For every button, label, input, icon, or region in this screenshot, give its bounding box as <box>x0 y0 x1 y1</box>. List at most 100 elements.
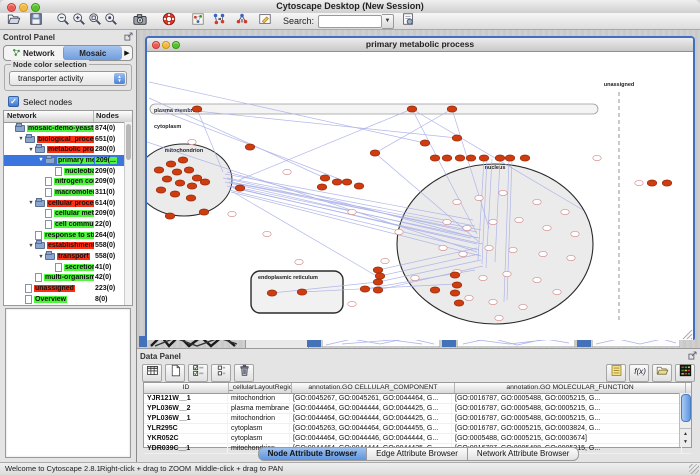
network-node-selected[interactable] <box>430 155 440 161</box>
tree-item-nucleobase-[interactable]: nucleobase-209(0) <box>4 166 132 177</box>
network-node-selected[interactable] <box>166 161 176 167</box>
search-dropdown-button[interactable]: ▼ <box>382 14 394 29</box>
select-nodes-checkbox[interactable]: ✓ <box>8 96 19 107</box>
network-node-selected[interactable] <box>235 185 245 191</box>
table-scrollbar-arrows[interactable]: ▲▼ <box>680 428 691 447</box>
network-node-selected[interactable] <box>373 287 383 293</box>
network-node[interactable] <box>515 217 523 222</box>
network-node-selected[interactable] <box>407 106 417 112</box>
layout-group-button[interactable] <box>234 14 250 29</box>
network-node-selected[interactable] <box>375 273 385 279</box>
tree-item-macromolecule[interactable]: macromolecule311(0) <box>4 187 132 198</box>
formula-builder-button[interactable]: f(x) <box>629 364 649 382</box>
zoom-in-button[interactable] <box>71 14 87 29</box>
tab-mosaic[interactable]: Mosaic <box>63 46 123 60</box>
tree-item-secretion[interactable]: secretion41(0) <box>4 262 132 273</box>
network-node[interactable] <box>567 255 575 260</box>
network-node[interactable] <box>489 299 497 304</box>
network-node-selected[interactable] <box>373 279 383 285</box>
tree-item-multi-organism-pro[interactable]: multi-organism pro42(0) <box>4 273 132 284</box>
network-node-selected[interactable] <box>192 175 202 181</box>
network-node-selected[interactable] <box>199 209 209 215</box>
tree-item-cellular-metabo[interactable]: cellular metabo209(0) <box>4 209 132 220</box>
tree-scrollbar[interactable] <box>124 122 132 305</box>
network-node[interactable] <box>348 301 356 306</box>
network-node[interactable] <box>411 275 419 280</box>
tree-item-cell-communicat[interactable]: cell communicat22(0) <box>4 219 132 230</box>
network-node-selected[interactable] <box>466 155 476 161</box>
network-node[interactable] <box>381 258 389 263</box>
tree-item-metabolic-process[interactable]: ▼metabolic process280(0) <box>4 144 132 155</box>
expand-triangle-icon[interactable]: ▼ <box>27 200 35 206</box>
tab-node-attribute-browser[interactable]: Node Attribute Browser <box>258 447 368 461</box>
table-row[interactable]: YPL036W__1mitochondrion[GO:0044464, GO:0… <box>144 414 691 424</box>
network-node[interactable] <box>439 245 447 250</box>
network-node-selected[interactable] <box>520 155 530 161</box>
table-row[interactable]: YKR052Ccytoplasm[GO:0044464, GO:0044446,… <box>144 434 691 444</box>
network-node-selected[interactable] <box>505 155 515 161</box>
network-node-selected[interactable] <box>450 272 460 278</box>
resize-grip[interactable] <box>683 330 692 339</box>
save-button[interactable] <box>28 14 44 29</box>
tab-network[interactable]: Network <box>4 46 63 60</box>
tab-edge-attribute-browser[interactable]: Edge Attribute Browser <box>367 447 468 461</box>
tree-item-establishment-of-lo[interactable]: ▼establishment of lo558(0) <box>4 241 132 252</box>
network-node-selected[interactable] <box>662 180 672 186</box>
network-node-selected[interactable] <box>442 155 452 161</box>
network-node-selected[interactable] <box>165 213 175 219</box>
network-node-selected[interactable] <box>192 106 202 112</box>
network-node-selected[interactable] <box>495 155 505 161</box>
select-attributes-button[interactable] <box>188 364 208 382</box>
network-node-selected[interactable] <box>175 180 185 186</box>
table-row[interactable]: YLR295Ccytoplasm[GO:0045263, GO:0044464,… <box>144 424 691 434</box>
network-node[interactable] <box>593 155 601 160</box>
network-node-selected[interactable] <box>452 135 462 141</box>
help-lifesaver-button[interactable] <box>161 14 177 29</box>
network-node-selected[interactable] <box>162 176 172 182</box>
network-node[interactable] <box>475 195 483 200</box>
network-node-selected[interactable] <box>479 155 489 161</box>
network-node[interactable] <box>443 219 451 224</box>
network-node-selected[interactable] <box>373 267 383 273</box>
table-row[interactable]: YJR121W__1mitochondrion[GO:0045267, GO:0… <box>144 394 691 404</box>
network-node[interactable] <box>503 271 511 276</box>
network-node-selected[interactable] <box>156 187 166 193</box>
label-settings-button[interactable] <box>606 364 626 382</box>
network-node-selected[interactable] <box>454 300 464 306</box>
network-node[interactable] <box>571 231 579 236</box>
network-window-titlebar[interactable]: primary metabolic process <box>147 38 693 52</box>
table-column-header[interactable]: _cellularLayoutRegion <box>229 383 292 393</box>
node-color-dropdown[interactable]: transporter activity ▲▼ <box>9 71 127 86</box>
expand-triangle-icon[interactable]: ▼ <box>27 243 35 249</box>
network-node-selected[interactable] <box>187 183 197 189</box>
network-node-selected[interactable] <box>360 286 370 292</box>
heatmap-button[interactable] <box>675 364 695 382</box>
tree-item-overview[interactable]: Overview8(0) <box>4 294 132 305</box>
network-node-selected[interactable] <box>647 180 657 186</box>
region-mitochondrion[interactable] <box>147 144 232 216</box>
tree-item-response-to-stimulu[interactable]: response to stimulu264(0) <box>4 230 132 241</box>
network-node[interactable] <box>263 231 271 236</box>
network-node[interactable] <box>519 304 527 309</box>
table-column-header[interactable]: annotation.GO CELLULAR_COMPONENT <box>292 383 455 393</box>
float-data-panel-button[interactable] <box>688 351 697 362</box>
table-scrollbar[interactable]: ▲▼ <box>679 393 691 447</box>
window-resize-grip[interactable] <box>689 464 699 474</box>
network-node[interactable] <box>453 199 461 204</box>
region-plasma-membrane[interactable] <box>150 104 598 114</box>
float-panel-button[interactable] <box>124 32 133 43</box>
network-node-selected[interactable] <box>172 169 182 175</box>
network-node-selected[interactable] <box>297 289 307 295</box>
table-column-header[interactable]: annotation.GO MOLECULAR_FUNCTION <box>455 383 686 393</box>
tree-column-nodes[interactable]: Nodes <box>94 111 132 122</box>
network-node-selected[interactable] <box>320 175 330 181</box>
import-table-button[interactable] <box>652 364 672 382</box>
network-node[interactable] <box>188 139 196 144</box>
network-node-selected[interactable] <box>450 290 460 296</box>
new-attribute-button[interactable] <box>165 364 185 382</box>
attribute-table-button[interactable] <box>142 364 162 382</box>
tree-item-nitrogen-compo[interactable]: nitrogen compo209(0) <box>4 176 132 187</box>
layout-region-button[interactable] <box>211 14 227 29</box>
network-node-selected[interactable] <box>332 179 342 185</box>
table-scrollbar-thumb[interactable] <box>681 394 691 422</box>
